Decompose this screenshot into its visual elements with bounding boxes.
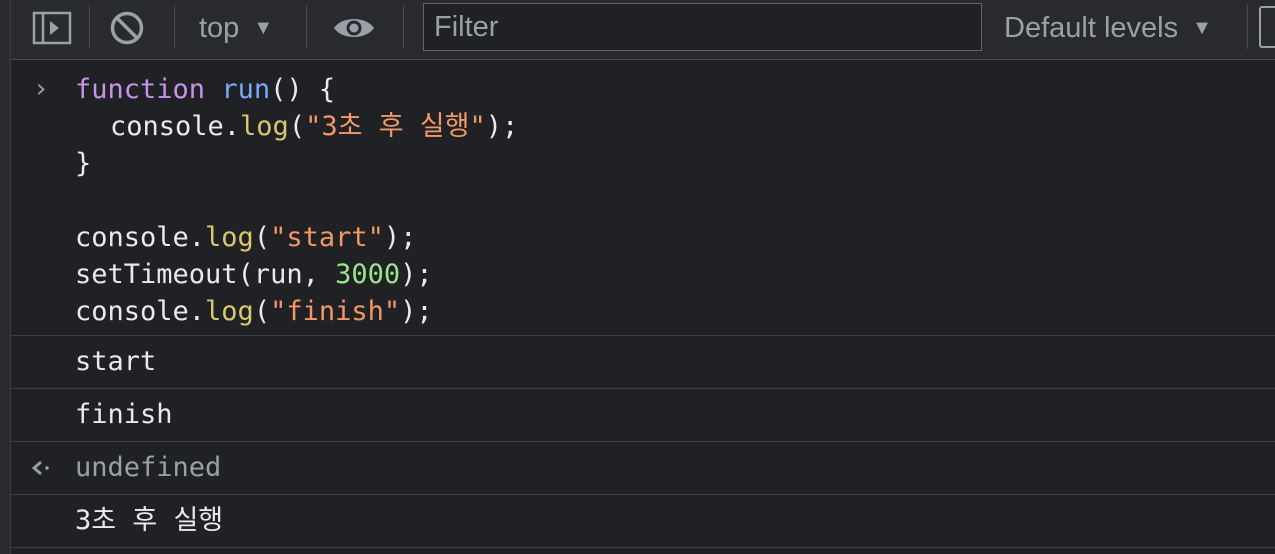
code-function-name: run bbox=[221, 74, 271, 105]
console-input-entry[interactable]: › function run() { console.log("3초 후 실행"… bbox=[11, 61, 1275, 336]
chevron-down-icon: ▼ bbox=[1192, 16, 1212, 39]
panel-resize-edge[interactable] bbox=[0, 0, 11, 554]
code-text: ( bbox=[253, 296, 271, 327]
code-number: 3000 bbox=[335, 259, 401, 290]
log-levels-label: Default levels bbox=[1004, 11, 1179, 44]
code-method: log bbox=[205, 222, 254, 253]
code-text: ); bbox=[485, 111, 519, 142]
code-text: } bbox=[75, 148, 92, 179]
toolbar-divider bbox=[306, 5, 307, 49]
toolbar-divider bbox=[174, 5, 175, 49]
code-text: ); bbox=[400, 296, 433, 327]
eye-icon[interactable] bbox=[331, 8, 377, 48]
log-message-text: 3초 후 실행 bbox=[75, 505, 224, 536]
filter-input[interactable] bbox=[424, 4, 981, 50]
context-label: top bbox=[199, 11, 240, 44]
code-keyword: function bbox=[75, 74, 206, 105]
code-line: console.log("finish"); bbox=[11, 293, 1275, 330]
code-text: () { bbox=[270, 74, 336, 105]
toolbar-divider bbox=[89, 5, 90, 49]
javascript-context-select[interactable]: top ▼ bbox=[199, 8, 273, 48]
toolbar-divider bbox=[1247, 5, 1248, 49]
code-string: "finish" bbox=[270, 296, 401, 327]
settings-panel-toggle-icon[interactable] bbox=[1259, 6, 1275, 48]
sidebar-toggle-icon[interactable] bbox=[31, 8, 73, 48]
code-line: } bbox=[11, 145, 1275, 182]
code-text: ( bbox=[288, 111, 306, 142]
console-log-message[interactable]: finish bbox=[11, 389, 1275, 442]
console-toolbar: top ▼ Default levels ▼ bbox=[11, 0, 1275, 60]
code-text: console. bbox=[75, 222, 206, 253]
code-text: setTimeout(run, bbox=[75, 259, 336, 290]
code-string: "3초 후 실행" bbox=[305, 111, 486, 142]
clear-console-icon[interactable] bbox=[107, 8, 147, 48]
code-text: ); bbox=[400, 259, 433, 290]
code-line: setTimeout(run, 3000); bbox=[11, 256, 1275, 293]
console-messages: › function run() { console.log("3초 후 실행"… bbox=[11, 61, 1275, 548]
console-log-message[interactable]: 3초 후 실행 bbox=[11, 495, 1275, 548]
code-text: console. bbox=[75, 296, 206, 327]
filter-field[interactable] bbox=[423, 3, 982, 51]
code-text: ( bbox=[253, 222, 271, 253]
console-return-value[interactable]: undefined bbox=[11, 442, 1275, 495]
toolbar-divider bbox=[403, 5, 404, 49]
devtools-console-panel: top ▼ Default levels ▼ › function bbox=[0, 0, 1275, 554]
console-log-message[interactable]: start bbox=[11, 336, 1275, 389]
log-levels-dropdown[interactable]: Default levels ▼ bbox=[1004, 8, 1212, 48]
code-method: log bbox=[205, 296, 254, 327]
log-message-text: start bbox=[75, 346, 157, 377]
code-text: console. bbox=[110, 111, 241, 142]
chevron-down-icon: ▼ bbox=[253, 16, 274, 39]
return-value-text: undefined bbox=[75, 452, 222, 483]
code-line: function run() { bbox=[11, 71, 1275, 108]
code-line: console.log("start"); bbox=[11, 219, 1275, 256]
return-arrow-icon bbox=[31, 442, 53, 494]
log-message-text: finish bbox=[75, 399, 173, 430]
code-method: log bbox=[240, 111, 289, 142]
code-string: "start" bbox=[270, 222, 384, 253]
code-line: console.log("3초 후 실행"); bbox=[11, 108, 1275, 145]
code-text: ); bbox=[383, 222, 417, 253]
